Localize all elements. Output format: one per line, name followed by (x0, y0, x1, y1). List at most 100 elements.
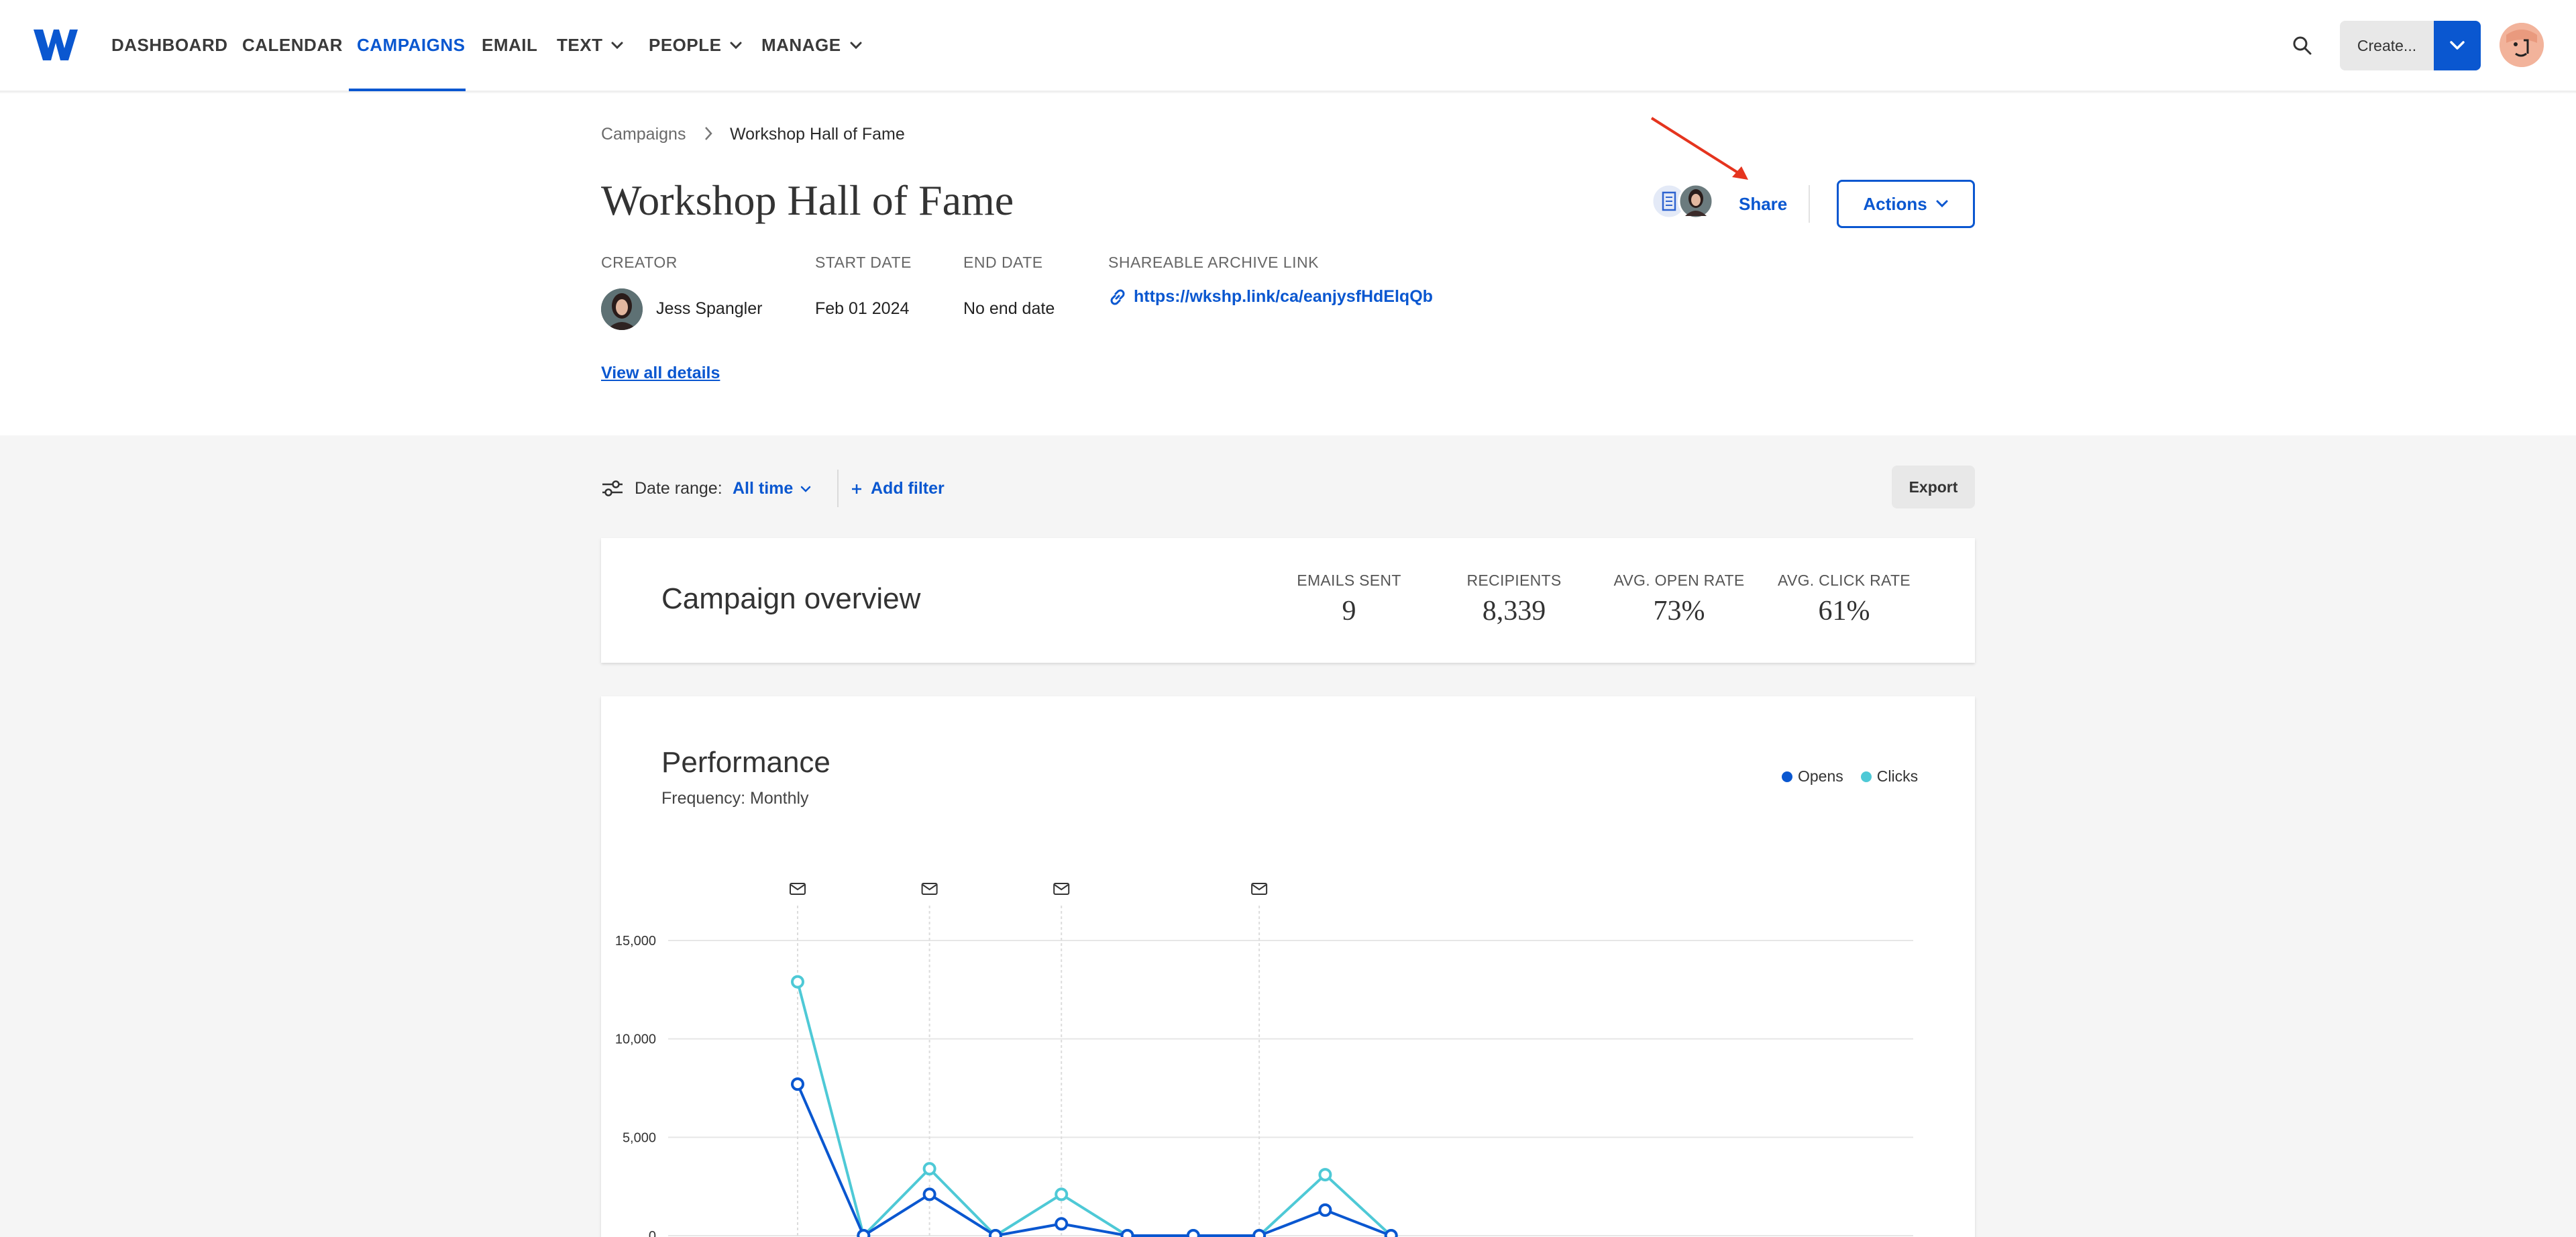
data-point-opens (857, 1229, 871, 1237)
search-button[interactable] (2288, 31, 2317, 60)
nav-item-label: EMAIL (482, 35, 538, 55)
performance-title: Performance (661, 746, 830, 779)
legend-label-clicks: Clicks (1876, 767, 1919, 785)
chevron-down-icon (2450, 41, 2465, 50)
nav-item-label: MANAGE (761, 35, 841, 55)
active-tab-indicator (349, 89, 466, 91)
nav-item-label: CAMPAIGNS (357, 35, 466, 55)
end-date-value: No end date (963, 299, 1055, 318)
export-button[interactable]: Export (1892, 466, 1975, 508)
start-date-label: START DATE (815, 254, 912, 271)
nav-item-text[interactable]: TEXT (557, 35, 624, 56)
nav-item-label: PEOPLE (649, 35, 722, 55)
chevron-down-icon (801, 486, 811, 492)
data-point-clicks (1055, 1187, 1069, 1201)
stat-recipients: RECIPIENTS 8,339 (1440, 572, 1588, 627)
nav-item-label: TEXT (557, 35, 603, 55)
breadcrumb-current: Workshop Hall of Fame (730, 125, 905, 144)
envelope-icon (1053, 883, 1070, 895)
stat-label: AVG. CLICK RATE (1778, 572, 1911, 589)
date-range-value: All time (733, 479, 794, 498)
stat-value: 9 (1342, 596, 1356, 627)
data-point-opens (1055, 1217, 1069, 1231)
performance-frequency: Frequency: Monthly (661, 789, 809, 808)
create-dropdown-button[interactable] (2434, 21, 2481, 70)
create-button[interactable]: Create... (2340, 21, 2434, 70)
data-point-opens (1120, 1229, 1134, 1237)
filter-divider (837, 470, 839, 507)
shared-with-avatars[interactable] (1652, 184, 1716, 219)
start-date-value: Feb 01 2024 (815, 299, 910, 318)
data-point-clicks (791, 975, 804, 989)
overview-title: Campaign overview (661, 582, 921, 615)
data-point-opens (1186, 1229, 1200, 1237)
chevron-down-icon (730, 42, 742, 49)
data-point-opens (1318, 1203, 1332, 1217)
envelope-icon (1251, 883, 1268, 895)
chevron-down-icon (1936, 200, 1948, 208)
plus-icon (852, 484, 861, 494)
nav-item-dashboard[interactable]: DASHBOARD (111, 35, 228, 56)
add-filter-button[interactable]: Add filter (851, 479, 945, 498)
performance-card: Performance Frequency: Monthly Opens Clic… (601, 696, 1975, 1237)
data-point-opens (922, 1187, 936, 1201)
nav-item-label: DASHBOARD (111, 35, 228, 55)
top-nav: DASHBOARD CALENDAR CAMPAIGNS EMAIL TEXT PEOPL… (0, 0, 2576, 92)
nav-item-label: CALENDAR (242, 35, 343, 55)
add-filter-label: Add filter (871, 479, 945, 498)
actions-label: Actions (1863, 193, 1927, 214)
date-range-select[interactable]: All time (733, 479, 812, 498)
view-all-details-link[interactable]: View all details (601, 364, 720, 383)
share-link[interactable]: Share (1739, 194, 1787, 215)
header-divider (1809, 185, 1810, 223)
data-point-opens (988, 1229, 1002, 1237)
end-date-label: END DATE (963, 254, 1043, 271)
series-line-clicks (796, 981, 1393, 1237)
archive-link-label: SHAREABLE ARCHIVE LINK (1108, 254, 1319, 271)
envelope-icon (921, 883, 938, 895)
stat-value: 73% (1653, 596, 1705, 627)
stat-value: 8,339 (1482, 596, 1546, 627)
nav-item-campaigns[interactable]: CAMPAIGNS (357, 35, 465, 56)
nav-item-manage[interactable]: MANAGE (761, 35, 863, 56)
actions-button[interactable]: Actions (1837, 180, 1975, 228)
user-avatar[interactable] (2500, 23, 2544, 67)
workshop-logo-icon[interactable] (32, 27, 79, 63)
nav-item-calendar[interactable]: CALENDAR (242, 35, 343, 56)
link-icon (1110, 289, 1125, 305)
archive-link[interactable]: https://wkshp.link/ca/eanjysfHdElqQb (1108, 287, 1433, 307)
creator-label: CREATOR (601, 254, 678, 271)
nav-item-people[interactable]: PEOPLE (649, 35, 743, 56)
chevron-down-icon (850, 42, 862, 49)
creator-avatar (601, 288, 643, 330)
legend-dot-clicks (1860, 771, 1872, 782)
data-point-clicks (922, 1162, 936, 1176)
person-photo-icon (601, 288, 643, 330)
stat-label: EMAILS SENT (1297, 572, 1401, 589)
sliders-icon (602, 480, 623, 496)
page-title: Workshop Hall of Fame (601, 176, 1014, 224)
stat-value: 61% (1818, 596, 1870, 627)
search-icon (2293, 36, 2312, 55)
creator-name: Jess Spangler (656, 299, 763, 318)
avatar-face-icon (2500, 23, 2544, 67)
envelope-icon (790, 883, 806, 895)
legend-label-opens: Opens (1798, 767, 1843, 785)
stat-avg-click-rate: AVG. CLICK RATE 61% (1770, 572, 1918, 627)
breadcrumb-campaigns-link[interactable]: Campaigns (601, 125, 686, 144)
data-point-opens (1252, 1229, 1267, 1237)
nav-item-email[interactable]: EMAIL (482, 35, 537, 56)
chevron-down-icon (611, 42, 623, 49)
legend-dot-opens (1782, 771, 1792, 782)
performance-chart: 0 5,000 10,000 15,000 (615, 883, 1913, 1237)
y-tick-label: 5,000 (623, 1130, 656, 1145)
y-tick-label: 0 (649, 1229, 656, 1237)
archive-url: https://wkshp.link/ca/eanjysfHdElqQb (1134, 287, 1433, 306)
campaign-overview-card: Campaign overview EMAILS SENT 9 RECIPIENTS… (601, 538, 1975, 663)
y-tick-label: 10,000 (615, 1032, 656, 1047)
chevron-right-icon (705, 127, 712, 140)
stat-avg-open-rate: AVG. OPEN RATE 73% (1605, 572, 1753, 627)
stat-label: AVG. OPEN RATE (1613, 572, 1745, 589)
chart-legend: Opens Clicks (1782, 767, 1918, 786)
filter-bar: Date range: All time Add filter (601, 470, 1975, 507)
